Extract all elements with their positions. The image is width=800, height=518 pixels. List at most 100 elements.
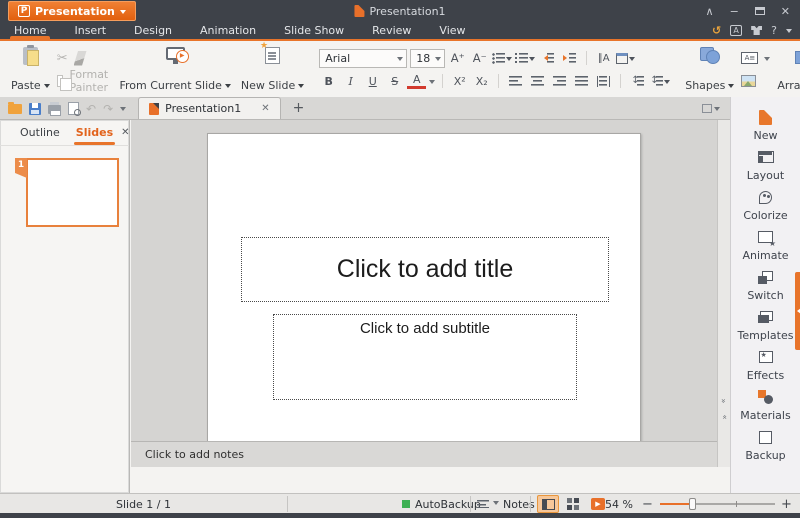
spellcheck-icon[interactable]: A — [730, 25, 742, 36]
redo-icon[interactable]: ↷ — [103, 103, 113, 115]
shapes-button[interactable]: Shapes — [680, 43, 739, 95]
format-painter-button[interactable]: Format Painter — [69, 68, 112, 94]
slides-tab[interactable]: Slides — [68, 120, 121, 146]
sidebar-item-switch[interactable]: Switch — [731, 269, 800, 302]
subtitle-placeholder[interactable]: Click to add subtitle — [273, 314, 577, 400]
text-direction-button[interactable]: ∥A — [594, 49, 613, 68]
minimize-button[interactable]: − — [730, 6, 739, 17]
align-center-button[interactable] — [528, 72, 547, 91]
qat-customize-caret-icon[interactable] — [120, 107, 126, 114]
arrange-button[interactable]: Arrange — [772, 43, 800, 95]
tab-view[interactable]: View — [425, 22, 479, 39]
text-orientation-button[interactable] — [616, 49, 635, 68]
new-slide-button[interactable]: New Slide — [236, 43, 309, 95]
tab-review[interactable]: Review — [358, 22, 425, 39]
zoom-in-button[interactable]: + — [781, 494, 792, 514]
tab-slide-show[interactable]: Slide Show — [270, 22, 358, 39]
panel-tabs: Outline Slides ✕ — [0, 120, 129, 146]
print-preview-icon[interactable] — [68, 102, 79, 115]
slide-thumbnail[interactable]: 1 — [15, 158, 119, 227]
justify-button[interactable] — [572, 72, 591, 91]
open-file-icon[interactable] — [8, 104, 22, 114]
animate-icon — [758, 231, 773, 243]
save-icon[interactable] — [29, 103, 41, 115]
slide-thumbnail-image[interactable] — [26, 158, 119, 227]
tab-design[interactable]: Design — [120, 22, 186, 39]
zoom-out-button[interactable]: − — [642, 494, 653, 514]
sidebar-item-effects[interactable]: Effects — [731, 349, 800, 382]
bullet-list-button[interactable] — [492, 49, 512, 68]
undo-icon[interactable]: ↶ — [86, 103, 96, 115]
tab-insert[interactable]: Insert — [60, 22, 120, 39]
sidebar-item-backup[interactable]: Backup — [731, 429, 800, 462]
zoom-slider-track[interactable] — [660, 503, 775, 505]
app-menu-button[interactable]: P Presentation — [8, 1, 136, 21]
font-size-combobox[interactable]: 18 — [410, 49, 445, 68]
notes-area[interactable]: Click to add notes — [131, 441, 717, 467]
vertical-scrollbar[interactable]: » » — [717, 120, 730, 467]
increase-indent-button[interactable] — [560, 49, 579, 68]
dropdown-caret-icon — [120, 10, 126, 17]
font-name-combobox[interactable]: Arial — [319, 49, 407, 68]
numbered-list-button[interactable] — [515, 49, 535, 68]
maximize-button[interactable] — [755, 7, 765, 15]
format-painter-icon — [74, 51, 87, 66]
sidebar-item-layout[interactable]: Layout — [731, 149, 800, 182]
sidebar-item-templates[interactable]: Templates — [731, 309, 800, 342]
sidebar-item-new[interactable]: New — [731, 109, 800, 142]
cut-icon[interactable]: ✂ — [57, 51, 68, 66]
document-tab[interactable]: Presentation1 ✕ — [138, 97, 280, 119]
task-sidebar: New Layout Colorize Animate Switch Templ… — [730, 97, 800, 493]
zoom-slider-handle[interactable] — [689, 498, 696, 510]
skin-theme-icon[interactable] — [751, 26, 762, 35]
new-tab-button[interactable]: + — [281, 100, 317, 119]
tab-list-button[interactable] — [702, 103, 720, 119]
sidebar-collapse-handle[interactable] — [795, 272, 800, 350]
superscript-button[interactable]: X² — [450, 72, 469, 91]
increase-font-size-button[interactable]: A⁺ — [448, 49, 467, 68]
close-tab-icon[interactable]: ✕ — [261, 103, 269, 114]
align-left-button[interactable] — [506, 72, 525, 91]
previous-slide-button[interactable]: » — [717, 394, 731, 406]
close-panel-icon[interactable]: ✕ — [121, 127, 129, 138]
feedback-icon[interactable]: ↺ — [712, 25, 721, 36]
paste-button[interactable]: Paste — [6, 43, 55, 95]
paragraph-spacing-button[interactable] — [650, 72, 670, 91]
line-spacing-button[interactable] — [628, 72, 647, 91]
tab-animation[interactable]: Animation — [186, 22, 270, 39]
decrease-indent-button[interactable] — [538, 49, 557, 68]
sidebar-item-animate[interactable]: Animate — [731, 229, 800, 262]
strikethrough-button[interactable]: S — [385, 72, 404, 91]
from-current-slide-button[interactable]: From Current Slide — [114, 43, 235, 95]
help-button[interactable]: ? — [771, 25, 777, 36]
text-box-icon[interactable]: A≡ — [741, 52, 758, 64]
slide-sorter-button[interactable] — [562, 495, 584, 513]
window-bottom-border — [0, 513, 800, 518]
notes-toggle-button[interactable]: Notes — [477, 494, 535, 514]
collapse-ribbon-button[interactable]: ∧ — [706, 6, 714, 17]
tab-home[interactable]: Home — [0, 22, 60, 39]
copy-icon[interactable] — [57, 75, 64, 87]
title-placeholder[interactable]: Click to add title — [241, 237, 609, 302]
zoom-level[interactable]: 54 % — [605, 494, 633, 514]
font-color-button[interactable]: A — [407, 73, 426, 89]
outline-tab[interactable]: Outline — [12, 120, 68, 146]
print-icon[interactable] — [48, 105, 61, 114]
underline-button[interactable]: U — [363, 72, 382, 91]
distribute-text-button[interactable] — [594, 72, 613, 91]
dropdown-caret-icon — [714, 107, 720, 114]
bold-button[interactable]: B — [319, 72, 338, 91]
decrease-font-size-button[interactable]: A⁻ — [470, 49, 489, 68]
font-color-caret-icon[interactable] — [429, 80, 435, 87]
italic-button[interactable]: I — [341, 72, 360, 91]
normal-view-button[interactable] — [537, 495, 559, 513]
insert-picture-icon[interactable] — [741, 75, 756, 87]
close-button[interactable]: ✕ — [781, 6, 790, 17]
sidebar-item-materials[interactable]: Materials — [731, 389, 800, 422]
slide-canvas[interactable]: Click to add title Click to add subtitle — [207, 133, 641, 456]
ribbon-divider — [442, 74, 443, 88]
align-right-button[interactable] — [550, 72, 569, 91]
subscript-button[interactable]: X₂ — [472, 72, 491, 91]
next-slide-button[interactable]: » — [717, 412, 731, 424]
sidebar-item-colorize[interactable]: Colorize — [731, 189, 800, 222]
